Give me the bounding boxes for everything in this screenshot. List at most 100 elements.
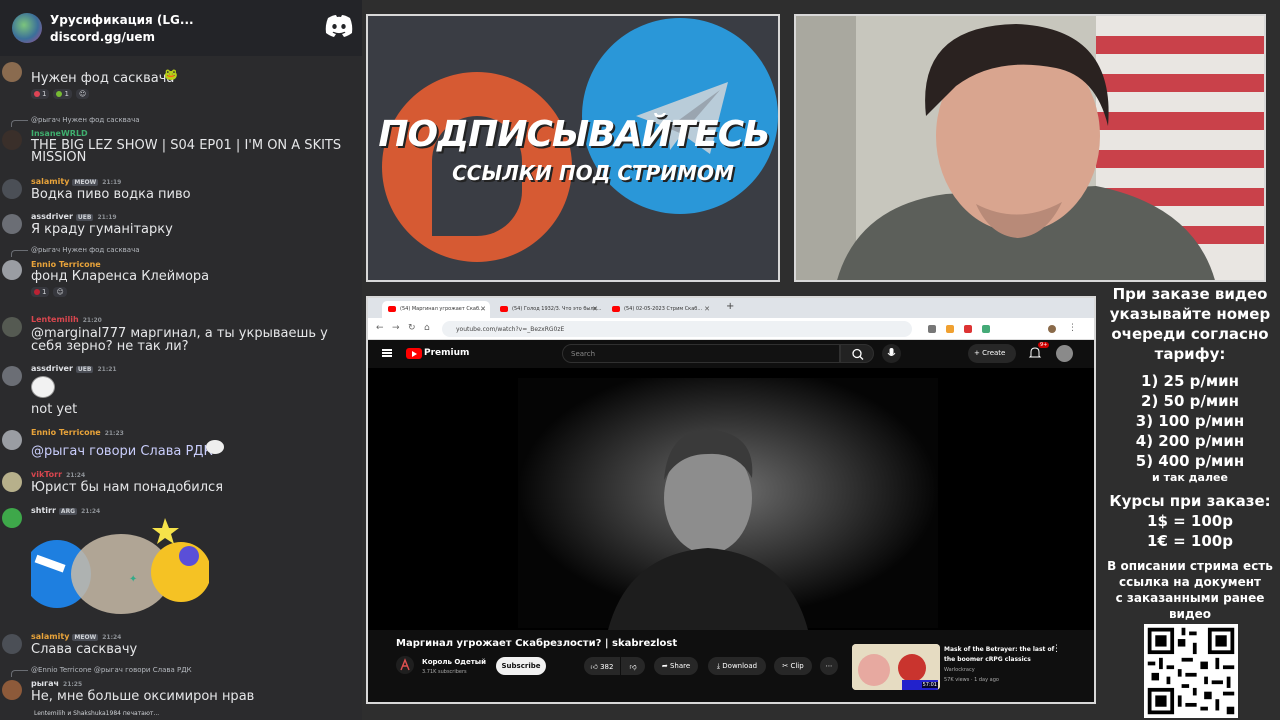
reaction[interactable]: 1 xyxy=(31,287,50,297)
webcam-image xyxy=(796,16,1264,280)
more-horizontal-icon: ⋯ xyxy=(825,662,833,670)
username[interactable]: salamity xyxy=(31,632,69,641)
username[interactable]: Ennio Terricone xyxy=(31,428,101,437)
youtube-favicon-icon xyxy=(388,306,396,312)
reply-preview[interactable]: @рыгач Нужен фод сасквача xyxy=(11,116,140,127)
rate-item: 1$ = 100р xyxy=(1147,512,1233,530)
channel-avatar[interactable] xyxy=(396,656,414,674)
extension-icon[interactable] xyxy=(946,325,954,333)
typing-indicator: Lentemilih и Shakshuka1984 печатают... xyxy=(34,710,160,717)
youtube-brand[interactable]: Premium xyxy=(424,348,469,358)
timestamp: 21:23 xyxy=(104,430,124,437)
reply-preview[interactable]: @Ennio Terricone @рыгач говори Слава РДК xyxy=(11,666,192,677)
avatar xyxy=(2,430,22,450)
download-button[interactable]: ⤓ Download xyxy=(708,657,766,675)
username[interactable]: Lentemilih xyxy=(31,315,79,324)
create-button[interactable]: + Create xyxy=(968,344,1016,363)
clip-button[interactable]: ✂ Clip xyxy=(774,657,812,675)
avatar xyxy=(2,472,22,492)
youtube-favicon-icon xyxy=(500,306,508,312)
forward-icon[interactable]: → xyxy=(392,323,400,333)
role-tag: UEB xyxy=(75,366,94,373)
subscriber-count: 3.71K subscribers xyxy=(422,669,467,675)
url-field[interactable]: youtube.com/watch?v=_BezxRG0zE xyxy=(442,321,912,337)
channel-name[interactable]: Король Одетый xyxy=(422,658,486,666)
username[interactable]: vikTorr xyxy=(31,470,62,479)
discord-logo-icon xyxy=(325,15,353,37)
video-duration: 57:01 xyxy=(921,682,938,688)
add-reaction-icon[interactable]: ☺ xyxy=(53,287,67,297)
home-icon[interactable]: ⌂ xyxy=(424,323,430,333)
browser-tab[interactable]: (54) Голод 1932/3. Что это было... ✕ xyxy=(494,301,602,318)
username[interactable]: рыгач xyxy=(31,679,59,688)
stream-layout: Урусификация (LG... discord.gg/uem Нужен… xyxy=(0,0,1280,720)
message-text: THE BIG LEZ SHOW | S04 EP01 | I'M ON A S… xyxy=(31,138,342,165)
username[interactable]: assdriver xyxy=(31,212,73,221)
youtube-favicon-icon xyxy=(612,306,620,312)
notification-badge: 9+ xyxy=(1038,342,1050,348)
avatar xyxy=(2,179,22,199)
username[interactable]: assdriver xyxy=(31,364,73,373)
reaction[interactable]: 1 xyxy=(53,89,72,99)
username[interactable]: Ennio Terricone xyxy=(31,260,101,269)
sticker-image: ✦ xyxy=(31,518,209,614)
download-icon: ⤓ xyxy=(716,662,721,670)
username[interactable]: shtirr xyxy=(31,506,56,515)
browser-tab[interactable]: (54) Маргинал угрожает Скаб... ✕ xyxy=(382,301,490,318)
video-frame xyxy=(368,368,1094,630)
role-tag: MEOW xyxy=(72,179,99,186)
video-player[interactable] xyxy=(368,368,1094,630)
extension-icon[interactable] xyxy=(928,325,936,333)
share-button[interactable]: ➦ Share xyxy=(654,657,698,675)
server-invite[interactable]: discord.gg/uem xyxy=(50,30,194,44)
recommended-thumbnail[interactable]: 57:01 xyxy=(852,644,940,690)
username[interactable]: InsaneWRLD xyxy=(31,129,88,138)
hamburger-menu-icon[interactable] xyxy=(382,349,392,357)
discord-chat-panel: Урусификация (LG... discord.gg/uem Нужен… xyxy=(0,0,362,720)
notifications-bell-icon[interactable] xyxy=(1028,346,1042,360)
close-tab-icon[interactable]: ✕ xyxy=(480,305,486,313)
more-actions-button[interactable]: ⋯ xyxy=(820,657,838,675)
subscribe-button[interactable]: Subscribe xyxy=(496,657,546,675)
scissors-icon: ✂ xyxy=(782,662,789,670)
menu-dots-icon[interactable]: ⋮ xyxy=(1068,323,1077,333)
add-reaction-icon[interactable]: ☺ xyxy=(75,89,90,99)
speech-bubble-emoji-icon xyxy=(206,440,224,454)
search-input[interactable]: Search xyxy=(562,344,840,363)
avatar xyxy=(2,366,22,386)
message-text: Юрист бы нам понадобился xyxy=(31,480,224,495)
message-text: @рыгач говори Слава РДК xyxy=(31,444,213,459)
reply-preview[interactable]: @рыгач Нужен фод сасквача xyxy=(11,246,140,257)
timestamp: 21:19 xyxy=(102,179,122,186)
browser-tab[interactable]: (54) 02-05-2023 Стрим Скаб... ✕ xyxy=(606,301,714,318)
youtube-logo-icon[interactable] xyxy=(406,348,422,359)
avatar xyxy=(2,317,22,337)
close-tab-icon[interactable]: ✕ xyxy=(704,305,710,313)
extension-icon[interactable] xyxy=(982,325,990,333)
profile-icon[interactable] xyxy=(1048,325,1056,333)
search-button[interactable] xyxy=(840,344,874,363)
timestamp: 21:24 xyxy=(66,472,86,479)
extension-icon[interactable] xyxy=(964,325,972,333)
youtube-header: Premium Search + Create 9+ xyxy=(368,340,1094,368)
message-text: Слава сасквачу xyxy=(31,642,138,657)
info-heading-line: При заказе видео xyxy=(1112,285,1268,303)
reload-icon[interactable]: ↻ xyxy=(408,323,416,333)
username[interactable]: salamity xyxy=(31,177,69,186)
back-icon[interactable]: ← xyxy=(376,323,384,333)
dislike-button[interactable]: 👎︎ xyxy=(621,657,645,675)
new-tab-icon[interactable]: + xyxy=(726,301,734,312)
video-title: Маргинал угрожает Скабрезлости? | skabre… xyxy=(396,638,678,649)
more-vertical-icon[interactable]: ⋮ xyxy=(1052,644,1061,654)
reaction[interactable]: 1 xyxy=(31,89,50,99)
message-text: фонд Кларенса Клеймора xyxy=(31,269,210,284)
browser-window: (54) Маргинал угрожает Скаб... ✕ (54) Го… xyxy=(366,296,1096,704)
frog-emoji-icon: 🐸 xyxy=(164,68,178,81)
close-tab-icon[interactable]: ✕ xyxy=(592,305,598,313)
like-button[interactable]: 👍︎ 382 xyxy=(584,657,620,675)
account-avatar[interactable] xyxy=(1056,345,1073,362)
voice-search-button[interactable] xyxy=(882,344,901,363)
recommended-title[interactable]: Mask of the Betrayer: the last of the bo… xyxy=(944,645,1060,665)
server-icon xyxy=(12,13,42,43)
recommended-channel[interactable]: Warlockracy xyxy=(944,667,975,673)
